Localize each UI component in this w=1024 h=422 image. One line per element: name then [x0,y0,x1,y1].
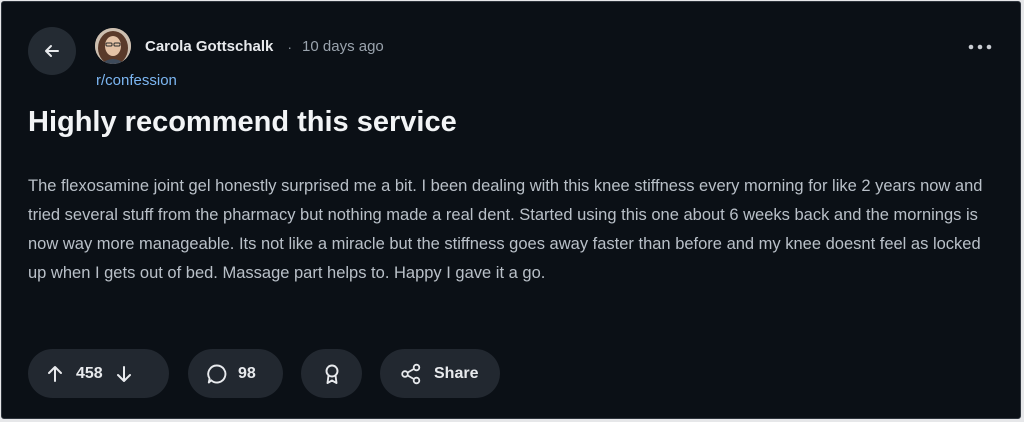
award-ribbon-icon [322,363,342,385]
post-meta: Carola Gottschalk · 10 days ago [145,38,384,55]
post-timestamp: 10 days ago [302,38,384,55]
arrow-left-icon [42,41,62,61]
meta-separator: · [287,38,293,55]
post-card: Carola Gottschalk · 10 days ago r/confes… [1,1,1021,419]
speech-bubble-icon [206,363,228,385]
avatar[interactable] [95,28,131,64]
community-link[interactable]: r/confession [96,72,177,89]
post-title: Highly recommend this service [28,106,457,138]
more-horizontal-icon [968,44,992,50]
back-button[interactable] [28,27,76,75]
arrow-up-icon[interactable] [46,365,64,383]
share-button[interactable]: Share [380,349,500,398]
share-icon [400,363,422,385]
vote-count: 458 [76,364,103,382]
arrow-down-icon[interactable] [115,365,133,383]
award-button[interactable] [301,349,362,398]
comments-button[interactable]: 98 [188,349,283,398]
vote-bar: 458 [28,349,169,398]
post-body: The flexosamine joint gel honestly surpr… [28,177,983,282]
more-options-button[interactable] [960,32,1000,62]
author-name[interactable]: Carola Gottschalk [145,38,273,55]
comment-count: 98 [238,364,256,382]
share-label: Share [434,364,479,382]
